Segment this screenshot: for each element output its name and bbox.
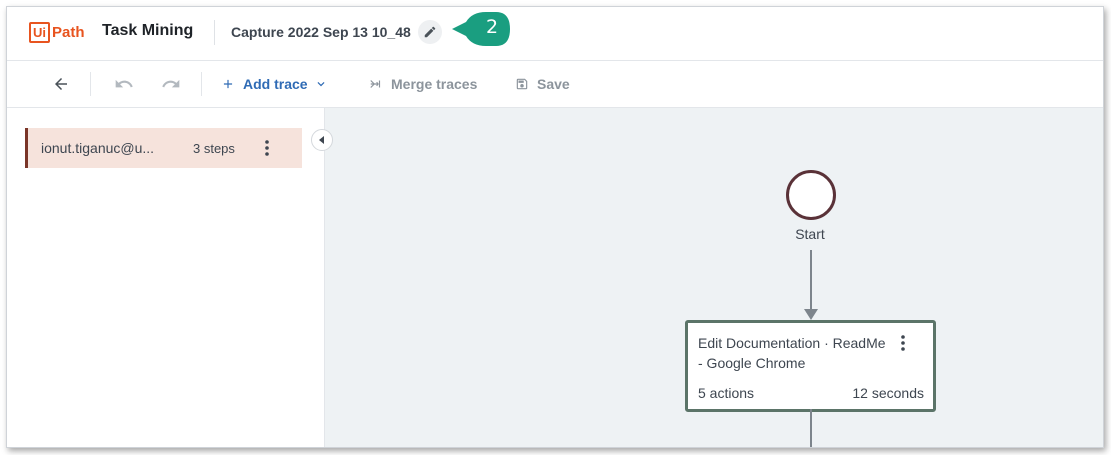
logo-path-text: Path	[52, 23, 85, 41]
header-divider	[214, 20, 215, 45]
trace-item[interactable]: ionut.tiganuc@u... 3 steps	[25, 128, 302, 168]
process-graph-canvas[interactable]: Start Edit Documentation · ReadMe - Goog…	[325, 108, 1103, 447]
step-duration: 12 seconds	[852, 385, 924, 401]
toolbar-divider	[201, 72, 202, 96]
capture-title: Capture 2022 Sep 13 10_48	[231, 24, 411, 40]
save-icon	[516, 78, 528, 90]
callout-number: 2	[485, 16, 499, 38]
merge-traces-button[interactable]: Merge traces	[369, 73, 477, 95]
redo-icon	[162, 79, 180, 88]
merge-traces-label: Merge traces	[391, 76, 478, 92]
product-name: Task Mining	[102, 22, 194, 39]
edge-step-outgoing	[810, 409, 812, 447]
traces-panel: ionut.tiganuc@u... 3 steps	[7, 108, 325, 447]
redo-button[interactable]	[160, 73, 182, 95]
back-button[interactable]	[50, 73, 72, 95]
app-header: Ui Path Task Mining Capture 2022 Sep 13 …	[7, 7, 1103, 61]
step-more-button[interactable]	[896, 333, 910, 353]
add-trace-label: Add trace	[243, 76, 308, 92]
undo-button[interactable]	[113, 73, 135, 95]
start-node[interactable]	[786, 170, 836, 220]
collapse-panel-button[interactable]	[311, 129, 333, 151]
arrow-left-icon	[55, 78, 67, 90]
step-card[interactable]: Edit Documentation · ReadMe - Google Chr…	[685, 320, 936, 412]
caret-left-icon	[319, 136, 324, 144]
merge-icon	[370, 80, 381, 88]
step-title: Edit Documentation · ReadMe - Google Chr…	[698, 335, 886, 371]
app-window: Ui Path Task Mining Capture 2022 Sep 13 …	[6, 6, 1104, 448]
undo-icon	[115, 79, 133, 88]
more-vertical-icon	[901, 335, 905, 351]
trace-user: ionut.tiganuc@u...	[41, 140, 155, 156]
more-vertical-icon	[265, 140, 269, 156]
add-trace-button[interactable]: Add trace	[221, 73, 328, 95]
arrowhead	[804, 309, 818, 320]
start-label: Start	[795, 226, 825, 242]
toolbar: Add trace Merge traces Save	[7, 61, 1103, 108]
toolbar-divider	[90, 72, 91, 96]
uipath-logo: Ui Path	[29, 20, 85, 44]
logo-ui-mark: Ui	[29, 21, 50, 43]
trace-step-count: 3 steps	[193, 141, 235, 156]
edit-title-button[interactable]	[418, 20, 442, 44]
pencil-icon	[424, 26, 436, 38]
save-button[interactable]: Save	[515, 73, 570, 95]
chevron-down-icon	[317, 82, 325, 87]
plus-icon	[223, 79, 233, 89]
save-label: Save	[537, 76, 570, 92]
step-action-count: 5 actions	[698, 385, 755, 401]
edge-start-to-step	[810, 250, 812, 310]
trace-more-button[interactable]	[260, 138, 274, 158]
